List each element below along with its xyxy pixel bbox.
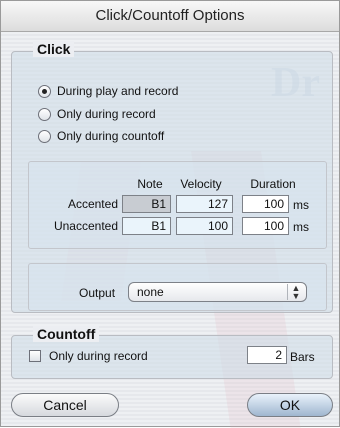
cancel-button[interactable]: Cancel [11,393,119,417]
column-note: Note [137,177,163,191]
radio-label: Only during countoff [57,129,165,143]
countoff-bars-unit: Bars [290,350,315,364]
accented-duration-unit: ms [293,198,309,212]
column-velocity: Velocity [180,177,222,191]
radio-button[interactable] [38,84,51,98]
accented-label: Accented [67,197,118,211]
unaccented-note-field[interactable]: B1 [122,217,171,235]
radio-label: Only during record [57,107,156,121]
click-countoff-options-dialog: Click/Countoff Options Dr Click During p… [0,0,340,428]
ok-button[interactable]: OK [247,393,333,417]
column-duration: Duration [250,177,296,191]
radio-button[interactable] [38,129,51,143]
click-group-title: Click [33,41,75,57]
select-arrows-icon: ▲ ▼ [287,284,304,301]
unaccented-duration-unit: ms [293,220,309,234]
accented-note-field[interactable]: B1 [122,195,171,213]
accented-duration-field[interactable]: 100 [242,195,289,213]
unaccented-duration-field[interactable]: 100 [242,217,289,235]
only-during-record-label: Only during record [49,349,148,363]
unaccented-label: Unaccented [53,219,118,233]
output-label: Output [79,286,116,300]
only-during-record-checkbox[interactable] [29,350,41,362]
window-title: Click/Countoff Options [1,1,339,32]
radio-label: During play and record [57,84,179,98]
radio-button[interactable] [38,107,51,121]
unaccented-velocity-field[interactable]: 100 [176,217,233,235]
output-select-value: none [137,285,164,299]
accented-velocity-field[interactable]: 127 [176,195,233,213]
countoff-bars-field[interactable]: 2 [247,346,287,364]
radio-during-play-and-record[interactable]: During play and record [38,82,178,100]
output-select[interactable]: none ▲ ▼ [128,282,307,302]
countoff-group-title: Countoff [33,326,100,342]
radio-only-during-countoff[interactable]: Only during countoff [38,127,164,145]
radio-only-during-record[interactable]: Only during record [38,105,156,123]
